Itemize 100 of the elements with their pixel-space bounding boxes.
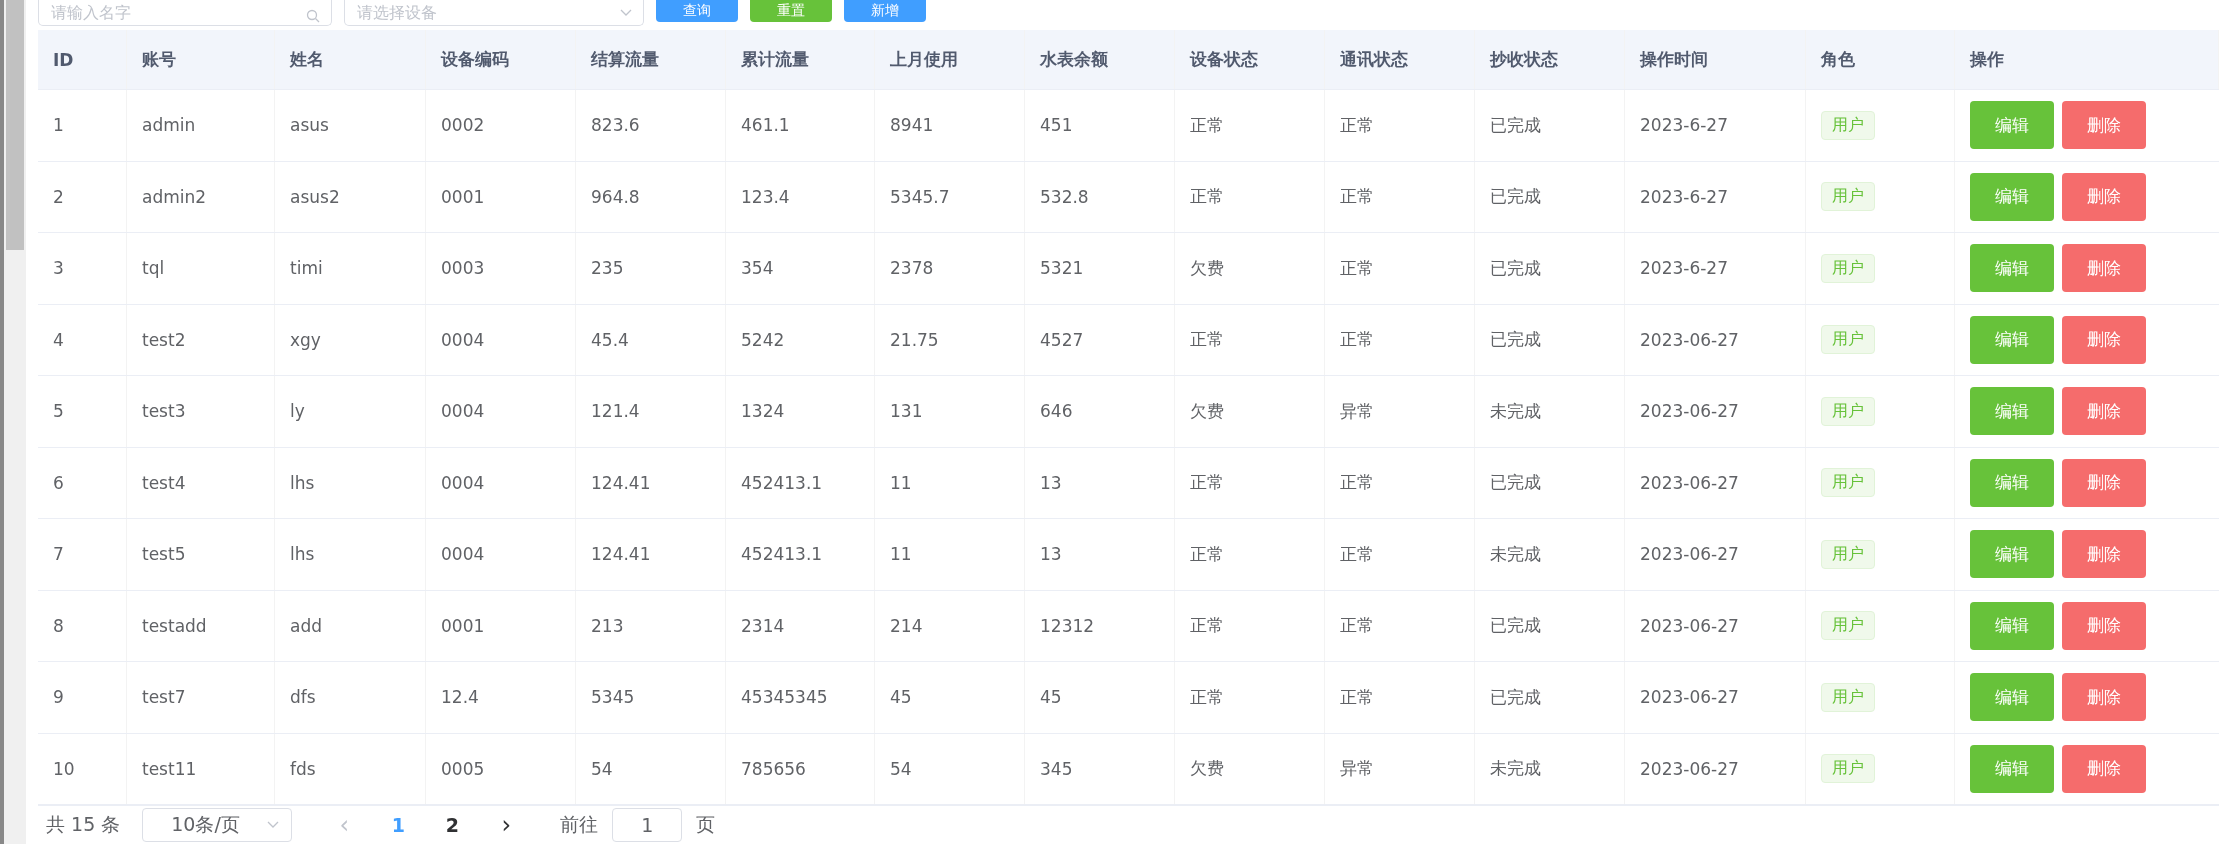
delete-button[interactable]: 删除 [2062, 673, 2146, 722]
column-header: 设备编码 [426, 30, 576, 89]
table-cell: xgy [290, 329, 321, 350]
table-cell: 123.4 [741, 186, 790, 207]
table-cell: 正常 [1190, 328, 1224, 352]
column-header: 水表余额 [1025, 30, 1175, 89]
column-header: 账号 [127, 30, 275, 89]
delete-button[interactable]: 删除 [2062, 101, 2146, 150]
table-cell: 0004 [441, 329, 485, 350]
table-cell: 1324 [741, 401, 785, 422]
page-size-select[interactable]: 10条/页 [142, 808, 293, 842]
table-cell: 823.6 [591, 115, 640, 136]
table-cell: tql [142, 258, 165, 279]
table-cell: 213 [591, 615, 624, 636]
table-cell: 354 [741, 258, 774, 279]
prev-page-button[interactable]: ‹ [324, 810, 365, 840]
role-tag: 用户 [1821, 754, 1875, 784]
edit-button[interactable]: 编辑 [1970, 601, 2054, 650]
table-cell: 欠费 [1190, 757, 1224, 781]
edit-button[interactable]: 编辑 [1970, 101, 2054, 150]
table-cell: 2023-06-27 [1640, 544, 1739, 565]
table-cell: 未完成 [1490, 757, 1541, 781]
edit-button[interactable]: 编辑 [1970, 244, 2054, 293]
table-cell: 正常 [1340, 471, 1374, 495]
table-cell: 2023-06-27 [1640, 401, 1739, 422]
table-cell: timi [290, 258, 323, 279]
toolbar-button[interactable]: 查询 [656, 0, 738, 22]
column-header: 结算流量 [576, 30, 726, 89]
table-cell: 未完成 [1490, 542, 1541, 566]
name-input-field[interactable]: 请输入名字 [38, 0, 332, 26]
table-cell: 正常 [1340, 542, 1374, 566]
table-cell: 已完成 [1490, 185, 1541, 209]
table-cell: admin [142, 115, 196, 136]
table-cell: 2023-6-27 [1640, 186, 1728, 207]
edit-button[interactable]: 编辑 [1970, 458, 2054, 507]
table-cell: fds [290, 758, 316, 779]
delete-button[interactable]: 删除 [2062, 744, 2146, 793]
table-cell: 124.41 [591, 472, 651, 493]
table-cell: 451 [1040, 115, 1073, 136]
table-cell: 8 [53, 615, 64, 636]
column-header: 上月使用 [875, 30, 1025, 89]
table-cell: 正常 [1340, 614, 1374, 638]
column-header: 通讯状态 [1325, 30, 1475, 89]
role-tag: 用户 [1821, 325, 1875, 355]
table-cell: test5 [142, 544, 186, 565]
delete-button[interactable]: 删除 [2062, 387, 2146, 436]
table-cell: 235 [591, 258, 624, 279]
table-cell: admin2 [142, 186, 207, 207]
delete-button[interactable]: 删除 [2062, 315, 2146, 364]
delete-button[interactable]: 删除 [2062, 601, 2146, 650]
page-number[interactable]: 2 [432, 813, 473, 837]
edit-button[interactable]: 编辑 [1970, 172, 2054, 221]
scrollbar-thumb[interactable] [6, 0, 24, 250]
table-cell: test7 [142, 687, 186, 708]
table-cell: 1 [53, 115, 64, 136]
delete-button[interactable]: 删除 [2062, 172, 2146, 221]
table-cell: lhs [290, 544, 315, 565]
table-cell: 已完成 [1490, 685, 1541, 709]
column-header: 操作 [1955, 30, 2219, 89]
edit-button[interactable]: 编辑 [1970, 315, 2054, 364]
table-cell: test4 [142, 472, 186, 493]
edit-button[interactable]: 编辑 [1970, 673, 2054, 722]
table-cell: 4527 [1040, 329, 1084, 350]
table-cell: 2023-06-27 [1640, 687, 1739, 708]
delete-button[interactable]: 删除 [2062, 244, 2146, 293]
goto-page-field[interactable]: 1 [612, 808, 683, 842]
table-cell: 54 [591, 758, 613, 779]
page-number[interactable]: 1 [378, 813, 419, 837]
toolbar-button[interactable]: 新增 [844, 0, 926, 22]
table-cell: 正常 [1190, 542, 1224, 566]
table-cell: 0001 [441, 615, 485, 636]
edit-button[interactable]: 编辑 [1970, 387, 2054, 436]
table-cell: 2378 [890, 258, 934, 279]
table-cell: 7 [53, 544, 64, 565]
table-cell: 2023-06-27 [1640, 758, 1739, 779]
table-cell: test2 [142, 329, 186, 350]
table-cell: 452413.1 [741, 472, 823, 493]
table-cell: asus [290, 115, 329, 136]
table-cell: 正常 [1340, 256, 1374, 280]
table-cell: 2023-6-27 [1640, 258, 1728, 279]
table-cell: 964.8 [591, 186, 640, 207]
table-cell: 8941 [890, 115, 934, 136]
table-cell: 12.4 [441, 687, 479, 708]
table-cell: 45 [1040, 687, 1062, 708]
table-cell: 11 [890, 472, 912, 493]
toolbar-button[interactable]: 重置 [750, 0, 832, 22]
table-cell: 正常 [1340, 185, 1374, 209]
role-tag: 用户 [1821, 682, 1875, 712]
next-page-button[interactable]: › [486, 810, 527, 840]
delete-button[interactable]: 删除 [2062, 530, 2146, 579]
table-cell: 已完成 [1490, 471, 1541, 495]
table-cell: 646 [1040, 401, 1073, 422]
table-cell: 2023-06-27 [1640, 615, 1739, 636]
edit-button[interactable]: 编辑 [1970, 744, 2054, 793]
table-cell: 2023-06-27 [1640, 472, 1739, 493]
device-select[interactable]: 请选择设备 [344, 0, 644, 26]
edit-button[interactable]: 编辑 [1970, 530, 2054, 579]
delete-button[interactable]: 删除 [2062, 458, 2146, 507]
table-cell: 异常 [1340, 399, 1374, 423]
table-cell: 2314 [741, 615, 785, 636]
